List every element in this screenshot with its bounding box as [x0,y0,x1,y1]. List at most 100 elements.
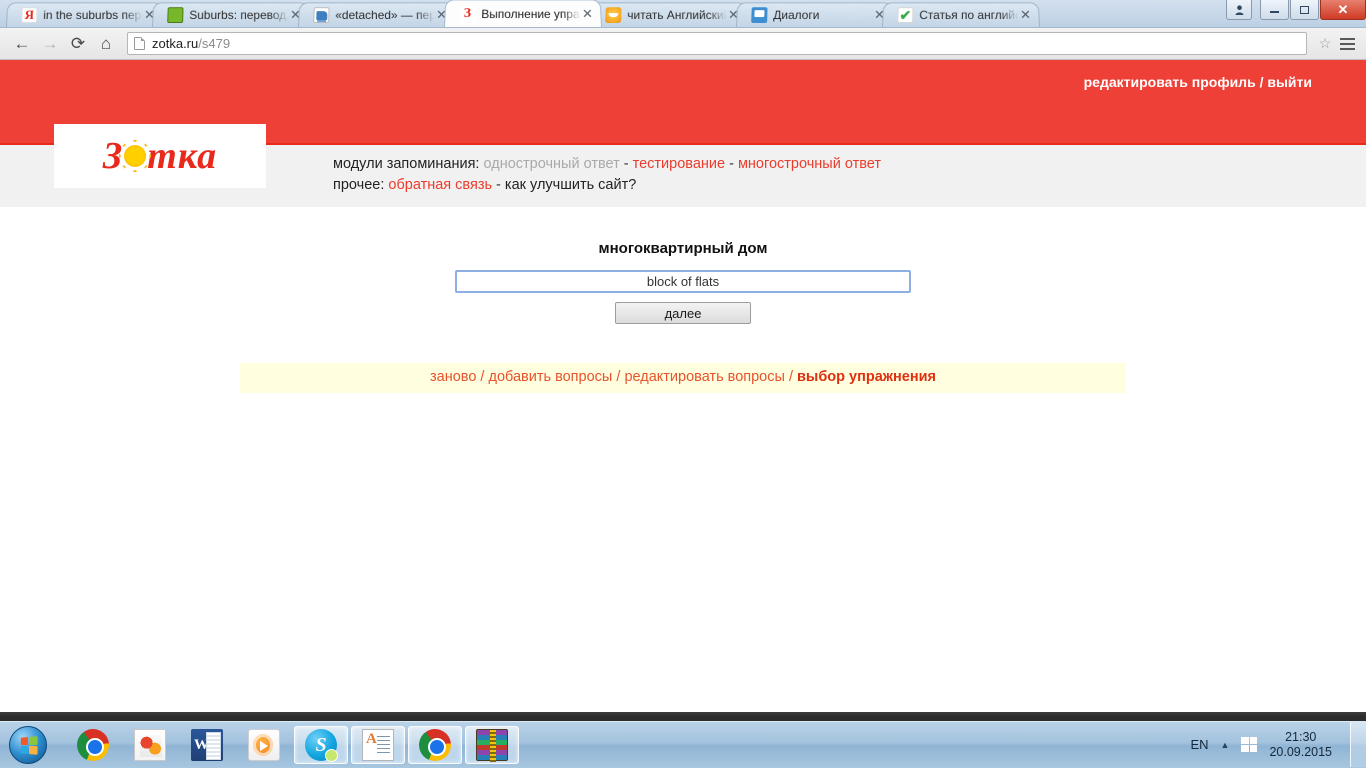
windows-flag-icon [20,735,38,755]
browser-tab-5[interactable]: читать Английский я ✕ [590,2,748,27]
browser-tab-7[interactable]: ✔ Статья по английско ✕ [882,2,1040,27]
tab-title: читать Английский я [627,8,727,23]
minimize-button[interactable] [1260,0,1289,20]
media-player-icon [248,729,280,761]
tab-strip: Я in the suburbs перев ✕ Suburbs: перево… [0,0,1366,28]
bookmark-star-icon[interactable]: ☆ [1314,35,1336,52]
taskbar-item-media-player[interactable] [237,726,291,764]
nav-link-testing[interactable]: тестирование [633,156,725,172]
browser-toolbar: ← → ⟳ ⌂ zotka.ru/s479 ☆ [0,28,1366,60]
browser-tab-2[interactable]: Suburbs: перевод, тр ✕ [152,2,310,27]
maximize-icon [1300,5,1309,14]
url-domain: zotka.ru [152,36,199,51]
next-button[interactable]: далее [615,302,751,324]
winrar-icon [476,729,508,762]
chrome-menu-icon[interactable] [1336,37,1358,50]
chrome-icon [77,729,109,761]
footer-separator: / [476,369,489,385]
address-bar[interactable]: zotka.ru/s479 [127,32,1307,55]
close-button[interactable]: ✕ [1320,0,1366,20]
home-button[interactable]: ⌂ [92,31,120,57]
minimize-icon [1270,11,1279,13]
taskbar-item-skype[interactable]: S [294,726,348,764]
nav-link-multiline-answer[interactable]: многострочный ответ [738,156,881,172]
site-logo[interactable]: Зтка [54,124,266,188]
taskbar-items: W S [66,726,519,764]
back-button[interactable]: ← [8,31,36,57]
exercise-area: многоквартирный дом далее заново / добав… [0,207,1366,393]
tab-close-icon[interactable]: ✕ [1018,7,1033,23]
header-user-links: редактировать профиль / выйти [1084,74,1312,90]
action-center-icon[interactable] [1241,737,1258,752]
user-icon [1235,4,1243,15]
green-square-icon [167,7,184,24]
browser-tab-4-active[interactable]: З Выполнение упражн ✕ [444,0,602,28]
taskbar-item-winrar[interactable] [465,726,519,764]
browser-tab-1[interactable]: Я in the suburbs перев ✕ [6,2,164,27]
nav-modules-label: модули запоминания: [333,156,480,172]
tab-title: Выполнение упражн [481,6,581,21]
browser-tab-6[interactable]: Диалоги ✕ [736,2,894,27]
nav-link-feedback[interactable]: обратная связь [388,177,492,193]
show-hidden-icons-icon[interactable]: ▲ [1221,740,1230,750]
skype-icon: S [305,729,338,762]
browser-tab-3[interactable]: «detached» — перев ✕ [298,2,456,27]
taskbar-item-chrome[interactable] [66,726,120,764]
word-icon: W [191,729,223,761]
chrome-icon [419,729,451,761]
photo-viewer-icon [134,729,166,761]
taskbar-inner: W S EN ▲ 21:30 20.09.2015 [0,721,1366,768]
link-restart[interactable]: заново [430,369,476,385]
nav-dash: - [725,156,738,172]
windows-taskbar: W S EN ▲ 21:30 20.09.2015 [0,712,1366,768]
document-icon [362,729,394,761]
nav-link-improve-site[interactable]: как улучшить сайт? [505,177,636,193]
green-check-icon: ✔ [897,7,914,24]
footer-separator: / [784,369,798,385]
nav-other-label: прочее: [333,177,385,193]
taskbar-item-photo-viewer[interactable] [123,726,177,764]
tab-title: Диалоги [773,8,820,23]
tab-title: Статья по английско [919,8,1019,23]
taskbar-item-document[interactable] [351,726,405,764]
zotka-icon: З [459,5,476,22]
taskbar-item-chrome-window[interactable] [408,726,462,764]
reload-button[interactable]: ⟳ [64,31,92,57]
orange-face-icon [605,7,622,24]
tab-title: in the suburbs перев [43,8,143,23]
language-indicator[interactable]: EN [1190,737,1208,752]
browser-window: Я in the suburbs перев ✕ Suburbs: перево… [0,0,1366,712]
yandex-icon: Я [21,7,38,24]
chat-bubble-icon [751,7,768,24]
logo-text: Зтка [103,137,217,175]
site-header: Зтка редактировать профиль / выйти [0,60,1366,188]
nav-dash: - [492,177,505,193]
logout-link[interactable]: выйти [1267,74,1312,90]
clock-time: 21:30 [1285,729,1317,744]
answer-input[interactable] [455,270,911,293]
link-add-questions[interactable]: добавить вопросы [488,369,612,385]
dictionary-book-icon [313,7,330,24]
user-avatar-button[interactable] [1226,0,1252,20]
start-button[interactable] [4,724,52,766]
header-separator: / [1255,74,1268,90]
window-controls: ✕ [1225,0,1366,26]
link-edit-questions[interactable]: редактировать вопросы [624,369,784,385]
sun-icon [119,140,152,172]
edit-profile-link[interactable]: редактировать профиль [1084,74,1256,90]
maximize-button[interactable] [1290,0,1319,20]
page-viewport: Зтка редактировать профиль / выйти модул… [0,60,1366,711]
tab-title: «detached» — перев [335,8,435,23]
clock[interactable]: 21:30 20.09.2015 [1269,730,1332,760]
clock-date: 20.09.2015 [1269,744,1332,759]
tab-close-icon[interactable]: ✕ [580,6,594,22]
tab-title: Suburbs: перевод, тр [189,8,289,23]
nav-link-single-line-answer[interactable]: однострочный ответ [483,156,619,172]
question-prompt: многоквартирный дом [598,240,768,257]
exercise-footer-links: заново / добавить вопросы / редактироват… [240,363,1126,393]
page-info-icon [134,37,145,50]
taskbar-item-word[interactable]: W [180,726,234,764]
show-desktop-button[interactable] [1350,722,1366,767]
forward-button[interactable]: → [36,31,64,57]
link-choose-exercise[interactable]: выбор упражнения [797,369,936,385]
